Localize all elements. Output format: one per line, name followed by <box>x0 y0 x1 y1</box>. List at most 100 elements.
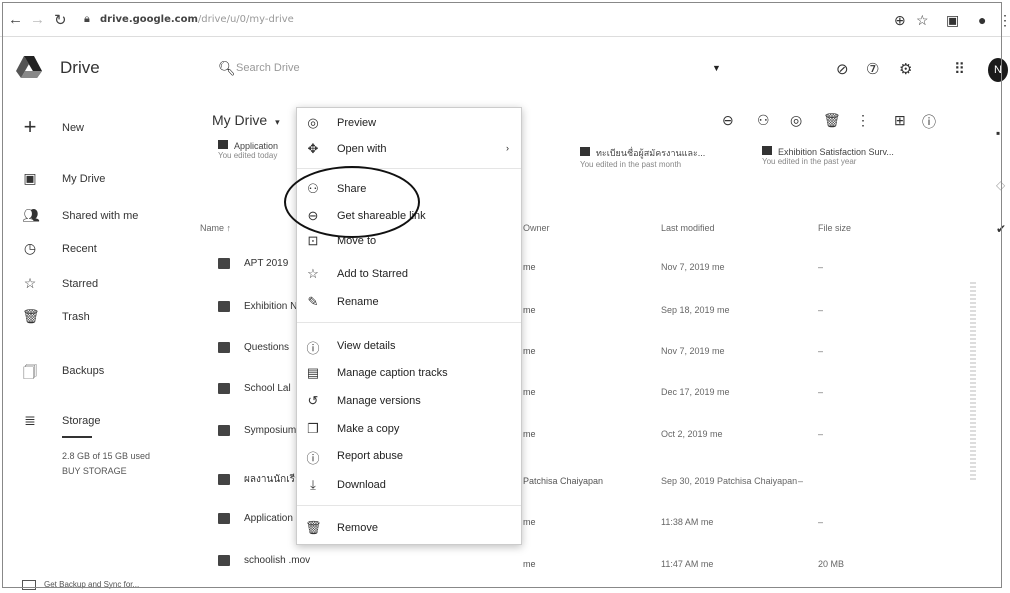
quick-access-card[interactable]: ทะเบียนชื่อผู้สมัครงานและ... You edited … <box>580 146 705 169</box>
file-size: 20 MB <box>818 559 845 569</box>
address-bar[interactable]: drive.google.com/drive/u/0/my-drive <box>100 14 294 25</box>
file-modified: 11:47 AM me <box>661 559 714 569</box>
sidebar-item-label: Storage <box>62 415 101 427</box>
table-row[interactable]: Questions <box>218 342 289 353</box>
file-size: – <box>818 305 824 315</box>
link-icon[interactable]: ⊖ <box>722 112 734 129</box>
backup-icon: 🗍︎ <box>23 364 37 380</box>
drive-icon: ▣ <box>23 170 37 186</box>
file-size: – <box>798 476 804 486</box>
copy-icon: ❐ <box>307 421 319 436</box>
quick-access-card[interactable]: Exhibition Satisfaction Surv... You edit… <box>762 146 894 166</box>
file-modified: Nov 7, 2019 me <box>661 346 725 356</box>
quick-card-name: Application <box>234 141 279 151</box>
calendar-icon[interactable]: ▪ <box>996 126 1000 140</box>
breadcrumb[interactable]: My Drive ▾ <box>212 112 280 128</box>
info-icon[interactable]: ⓘ <box>922 112 936 132</box>
column-header-name[interactable]: Name ↑ <box>200 223 231 233</box>
bottom-banner[interactable]: Get Backup and Sync for... <box>0 580 180 593</box>
settings-gear-icon[interactable]: ⚙ <box>899 60 912 78</box>
tasks-icon[interactable]: ✔ <box>996 222 1006 236</box>
download-icon: ⤓ <box>310 477 316 492</box>
preview-eye-icon[interactable]: ◎ <box>790 112 802 129</box>
report-icon: ⓘ <box>306 451 320 466</box>
search-icon[interactable]: 🔍︎ <box>218 60 236 77</box>
menu-item-make-copy[interactable]: ❐ Make a copy <box>297 418 521 442</box>
file-owner: me <box>523 305 536 315</box>
menu-item-label: Open with <box>337 143 387 155</box>
menu-item-caption-tracks[interactable]: ▤ Manage caption tracks <box>297 362 521 386</box>
profile-icon[interactable]: ● <box>978 12 986 28</box>
table-row[interactable]: Exhibition N <box>218 301 297 312</box>
file-size: – <box>818 262 824 272</box>
more-vert-icon[interactable]: ⋮ <box>856 112 870 129</box>
file-name: APT 2019 <box>244 258 289 270</box>
apps-grid-icon[interactable]: ⠿ <box>954 60 965 78</box>
buy-storage-link[interactable]: BUY STORAGE <box>62 466 127 476</box>
breadcrumb-label: My Drive <box>212 112 268 128</box>
table-row[interactable]: School Lal <box>218 383 291 394</box>
add-person-icon[interactable]: ⚇ <box>757 112 770 129</box>
location-icon[interactable]: ⊕ <box>894 12 906 29</box>
trash-icon: 🗑︎ <box>22 308 40 324</box>
star-icon: ☆ <box>307 266 319 281</box>
menu-item-add-starred[interactable]: ☆ Add to Starred <box>297 263 521 287</box>
column-header-modified[interactable]: Last modified <box>661 223 715 233</box>
scrollbar[interactable] <box>970 280 976 480</box>
menu-item-open-with[interactable]: ✥ Open with › <box>297 138 521 162</box>
file-name: schoolish .mov <box>244 555 311 567</box>
menu-item-report-abuse[interactable]: ⓘ Report abuse <box>297 445 521 469</box>
app-title: Drive <box>60 58 100 77</box>
forward-icon[interactable]: → <box>30 11 45 28</box>
drive-logo-icon[interactable] <box>16 56 42 78</box>
table-row[interactable]: Symposium <box>218 425 296 436</box>
file-name: Questions <box>244 342 290 354</box>
sheet-icon <box>218 513 230 524</box>
folder-icon <box>218 342 230 353</box>
storage-usage-bar <box>62 436 92 438</box>
extension-icon[interactable]: ▣ <box>946 12 959 29</box>
help-icon[interactable]: ⑦ <box>866 60 879 78</box>
menu-item-label: Make a copy <box>337 423 400 435</box>
offline-check-icon[interactable]: ⊘ <box>836 60 849 78</box>
back-icon[interactable]: ← <box>8 11 23 28</box>
menu-item-download[interactable]: ⤓ Download <box>297 474 521 498</box>
caption-icon: ▤ <box>306 365 320 380</box>
menu-item-remove[interactable]: 🗑︎ Remove <box>297 517 521 541</box>
column-header-size[interactable]: File size <box>818 223 851 233</box>
table-row[interactable]: Application <box>218 513 293 524</box>
sidebar-item-label: Recent <box>62 243 97 255</box>
menu-item-manage-versions[interactable]: ↺ Manage versions <box>297 390 521 414</box>
menu-item-view-details[interactable]: ⓘ View details <box>297 335 521 359</box>
search-input[interactable]: Search Drive <box>236 62 300 74</box>
quick-card-name: Exhibition Satisfaction Surv... <box>778 147 894 157</box>
menu-divider <box>297 322 521 323</box>
sidebar-item-label: Backups <box>62 365 105 377</box>
menu-item-rename[interactable]: ✎ Rename <box>297 291 521 315</box>
table-row[interactable]: ผลงานนักเรียน <box>218 472 308 487</box>
menu-item-label: Add to Starred <box>337 268 408 280</box>
column-header-owner[interactable]: Owner <box>523 223 550 233</box>
file-size: – <box>818 517 824 527</box>
search-options-caret-icon[interactable]: ▼ <box>712 63 721 73</box>
menu-item-label: Remove <box>337 522 378 534</box>
quick-access-card[interactable]: Application You edited today <box>218 140 278 160</box>
star-icon: ☆ <box>23 275 37 291</box>
keep-icon[interactable]: ◇ <box>996 178 1005 192</box>
bookmark-star-icon[interactable]: ☆ <box>916 12 929 29</box>
avatar[interactable]: N <box>988 58 1008 82</box>
file-owner: me <box>523 559 536 569</box>
browser-menu-icon[interactable]: ⋮ <box>998 12 1010 29</box>
table-row[interactable]: APT 2019 <box>218 258 288 269</box>
storage-used-text: 2.8 GB of 15 GB used <box>62 451 151 461</box>
monitor-icon <box>22 580 36 590</box>
delete-icon[interactable]: 🗑︎ <box>823 112 841 129</box>
reload-icon[interactable]: ↻ <box>54 11 67 29</box>
grid-view-icon[interactable]: ⊞ <box>894 112 906 129</box>
menu-item-preview[interactable]: ◎ Preview <box>297 112 521 136</box>
table-row[interactable]: schoolish .mov <box>218 555 310 566</box>
sheet-icon <box>762 146 772 155</box>
file-modified: Dec 17, 2019 me <box>661 387 730 397</box>
highlight-annotation <box>284 166 420 238</box>
file-owner: me <box>523 429 536 439</box>
